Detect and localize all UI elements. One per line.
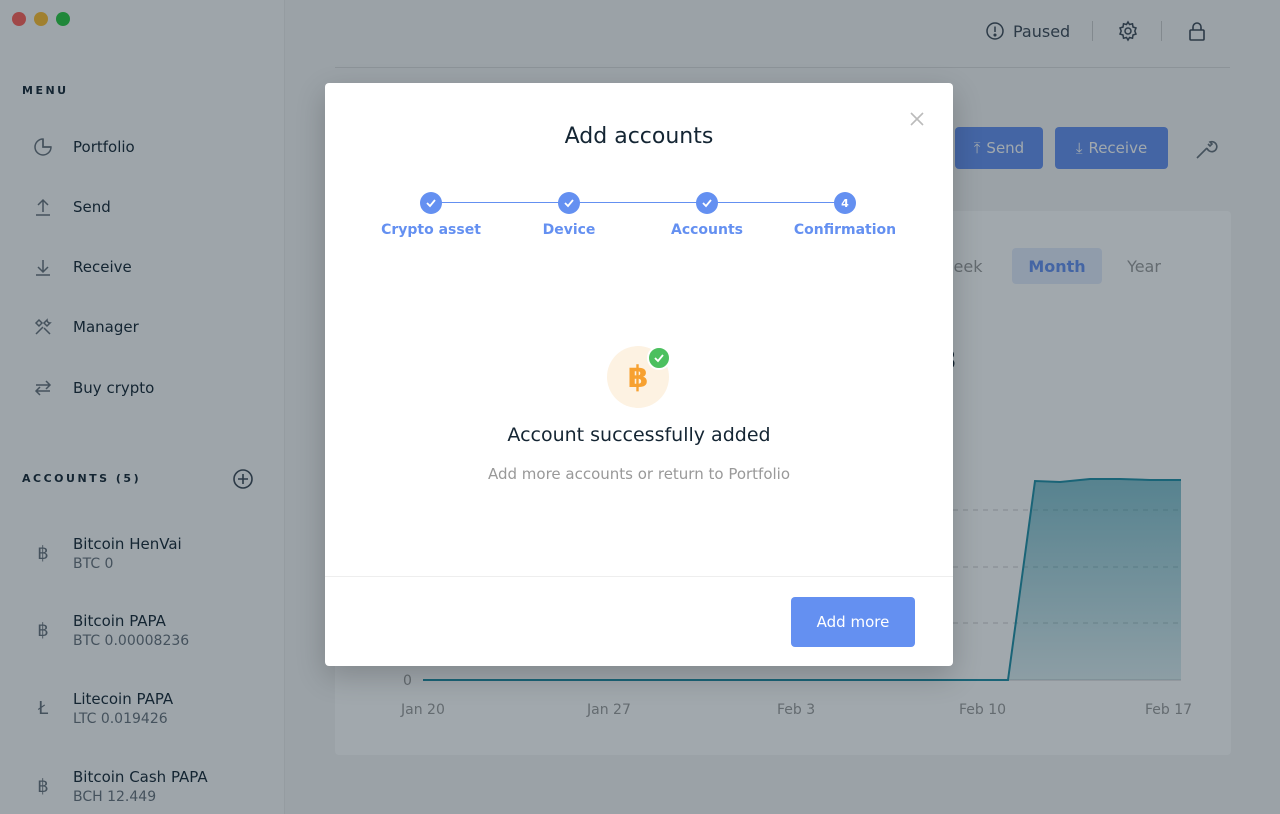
success-title: Account successfully added: [507, 424, 771, 446]
check-icon: [654, 354, 664, 363]
step-confirmation-dot: 4: [834, 192, 856, 214]
check-icon: [564, 199, 574, 208]
check-icon: [702, 199, 712, 208]
step-device-dot: [558, 192, 580, 214]
add-more-button[interactable]: Add more: [791, 597, 915, 647]
close-modal-button[interactable]: [905, 107, 929, 131]
step-label-crypto-asset: Crypto asset: [381, 222, 481, 238]
add-accounts-modal: Add accounts 4 Crypto asset Device Accou…: [325, 83, 953, 666]
success-subtitle: Add more accounts or return to Portfolio: [487, 465, 791, 483]
step-label-device: Device: [542, 222, 596, 238]
modal-footer-divider: [325, 576, 953, 577]
modal-title: Add accounts: [564, 124, 714, 149]
step-label-accounts: Accounts: [670, 222, 743, 238]
step-accounts-dot: [696, 192, 718, 214]
step-crypto-asset-dot: [420, 192, 442, 214]
close-icon: [910, 112, 924, 126]
check-icon: [426, 199, 436, 208]
bitcoin-icon: ฿: [627, 359, 649, 395]
success-check-badge: [647, 346, 671, 370]
stepper-line: [431, 202, 845, 203]
step-label-confirmation: Confirmation: [793, 222, 897, 238]
